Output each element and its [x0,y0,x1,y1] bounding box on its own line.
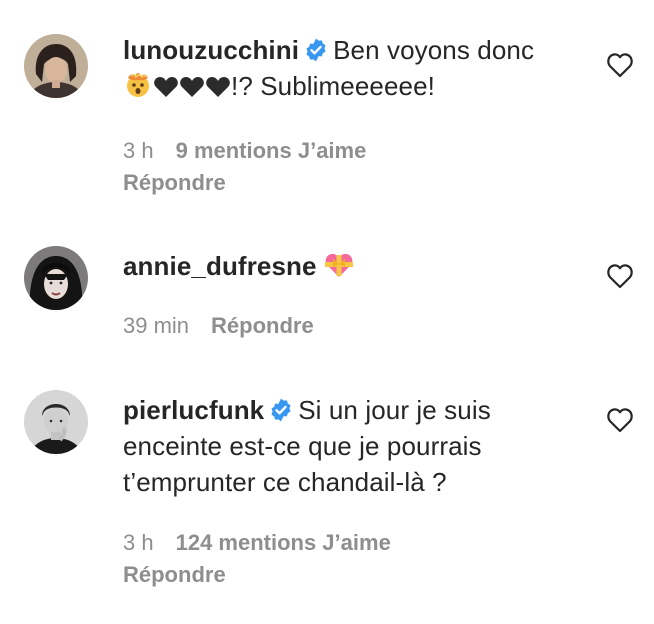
black-heart-icon [153,71,179,107]
heart-outline-icon[interactable] [606,263,634,289]
comment-text: t’emprunter ce chandail-là ? [123,467,447,497]
username[interactable]: annie_dufresne [123,251,317,281]
comment-body: pierlucfunk Si un jour je suis enceinte e… [123,392,593,500]
black-heart-icon [205,71,231,107]
comment-text: Ben voyons donc [333,35,535,65]
comment-meta: 39 min Répondre [123,311,314,341]
verified-badge-icon [271,398,291,422]
timestamp[interactable]: 39 min [123,313,189,338]
timestamp[interactable]: 3 h [123,138,154,163]
avatar[interactable] [24,246,88,310]
like-count[interactable]: 124 mentions J’aime [176,530,391,555]
comment-text: enceinte est-ce que je pourrais [123,431,482,461]
black-heart-icon [179,71,205,107]
username[interactable]: pierlucfunk [123,395,264,425]
username[interactable]: lunouzucchini [123,35,299,65]
comment-body: lunouzucchini Ben voyons donc !? Sublimee… [123,32,593,107]
reply-button[interactable]: Répondre [123,168,226,198]
comment-meta: 3 h 9 mentions J’aime [123,136,388,166]
timestamp[interactable]: 3 h [123,530,154,555]
comment-meta: 3 h 124 mentions J’aime [123,528,413,558]
heart-outline-icon[interactable] [606,407,634,433]
heart-outline-icon[interactable] [606,52,634,78]
avatar[interactable] [24,34,88,98]
heart-with-ribbon-icon [324,251,354,287]
reply-button[interactable]: Répondre [211,313,314,338]
reply-button[interactable]: Répondre [123,560,226,590]
comment-text: !? Sublimeeeeee! [231,71,435,101]
verified-badge-icon [306,38,326,62]
like-count[interactable]: 9 mentions J’aime [176,138,367,163]
exploding-head-emoji-icon [123,70,153,107]
avatar[interactable] [24,390,88,454]
comment-body: annie_dufresne [123,248,593,287]
comment-text: Si un jour je suis [298,395,491,425]
